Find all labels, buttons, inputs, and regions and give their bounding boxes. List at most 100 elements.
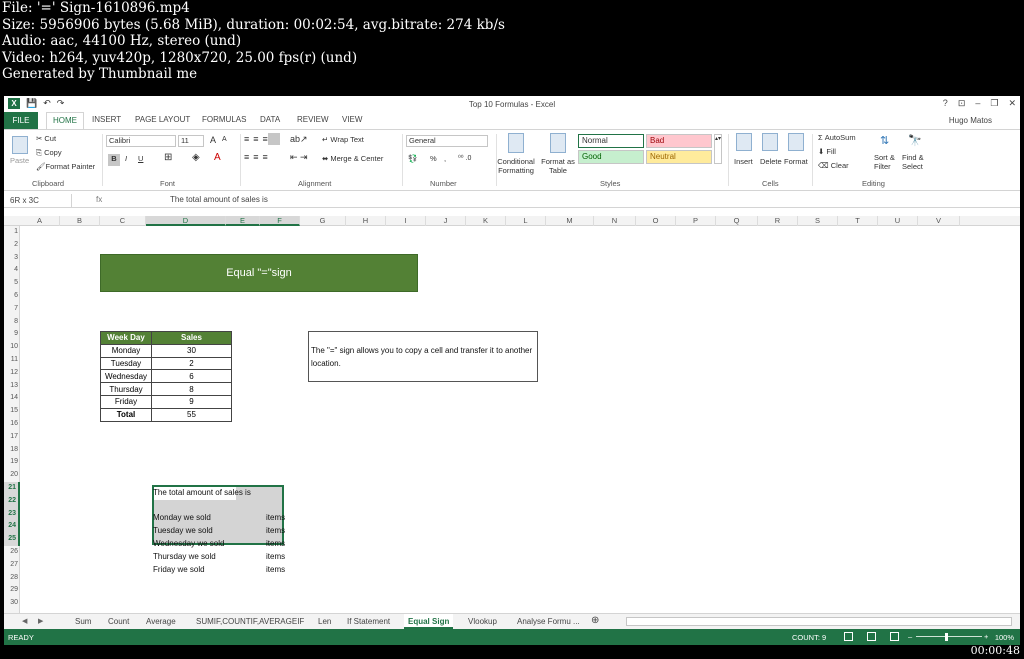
align-left-icons[interactable]: ≡≡≡ — [244, 152, 272, 162]
tab-view[interactable]: VIEW — [342, 115, 362, 124]
cut-button[interactable]: ✂ Cut — [36, 134, 56, 143]
column-header[interactable]: F — [260, 216, 300, 226]
page-break-view-icon[interactable] — [890, 632, 899, 641]
sheet-tab-average[interactable]: Average — [146, 617, 176, 626]
format-cells-icon[interactable] — [788, 133, 804, 151]
row-header[interactable]: 4 — [4, 264, 20, 277]
tab-file[interactable]: FILE — [4, 112, 38, 129]
insert-button[interactable]: Insert — [734, 157, 753, 166]
zoom-slider[interactable] — [916, 636, 982, 637]
column-header[interactable]: V — [918, 216, 960, 226]
column-header[interactable]: I — [386, 216, 426, 226]
merge-center-button[interactable]: ⬌ Merge & Center — [322, 154, 383, 163]
row-header[interactable]: 1 — [4, 226, 20, 239]
name-box[interactable]: 6R x 3C — [6, 194, 72, 207]
tab-data[interactable]: DATA — [260, 115, 280, 124]
format-as-table-button[interactable]: Format as Table — [540, 157, 576, 175]
row-header[interactable]: 20 — [4, 469, 20, 482]
cell-d24[interactable]: Tuesday we sold — [153, 526, 213, 535]
column-header[interactable]: K — [466, 216, 506, 226]
row-header[interactable]: 27 — [4, 559, 20, 572]
column-header[interactable]: S — [798, 216, 838, 226]
shrink-font-button[interactable]: A — [222, 136, 227, 143]
zoom-out-button[interactable]: – — [908, 632, 912, 641]
cell-day[interactable]: Monday — [100, 343, 152, 358]
column-header[interactable]: B — [60, 216, 100, 226]
cell-total-value[interactable]: 55 — [151, 407, 232, 422]
copy-button[interactable]: ⎘ Copy — [36, 148, 62, 158]
cell-d25[interactable]: Wednesday we sold — [153, 539, 224, 548]
worksheet-grid[interactable]: ABCDEFGHIJKLMNOPQRSTUV 1 2 3 4 5 6 7 8 9 10 11 12 13… — [4, 216, 1020, 613]
sheet-tab-vlookup[interactable]: Vlookup — [468, 617, 497, 626]
format-as-table-icon[interactable] — [550, 133, 566, 153]
sheet-tab-sumif[interactable]: SUMIF,COUNTIF,AVERAGEIF — [196, 617, 304, 626]
currency-icon[interactable]: 💱 — [408, 154, 417, 163]
row-header[interactable]: 5 — [4, 277, 20, 290]
indent-icons[interactable]: ⇤ ⇥ — [290, 152, 308, 163]
row-header[interactable]: 14 — [4, 392, 20, 405]
sheet-tab-len[interactable]: Len — [318, 617, 331, 626]
conditional-formatting-button[interactable]: Conditional Formatting — [496, 157, 536, 175]
row-header[interactable]: 26 — [4, 546, 20, 559]
cell-d21[interactable]: The total amount of sales is — [153, 488, 251, 497]
fill-button[interactable]: ⬇ Fill — [818, 147, 836, 156]
autosum-button[interactable]: Σ AutoSum — [818, 133, 856, 142]
cell-sales[interactable]: 9 — [151, 394, 232, 409]
help-button[interactable]: ? — [943, 98, 948, 109]
row-header[interactable]: 24 — [4, 520, 20, 534]
sheet-tab-if-statement[interactable]: If Statement — [347, 617, 390, 626]
cell-total-label[interactable]: Total — [100, 407, 152, 422]
sort-filter-icon[interactable]: ⇅ — [880, 134, 889, 147]
cell-day[interactable]: Wednesday — [100, 369, 152, 384]
cell-day[interactable]: Thursday — [100, 382, 152, 396]
row-header[interactable]: 23 — [4, 507, 20, 521]
sheet-tab-count[interactable]: Count — [108, 617, 129, 626]
sheet-tab-equal-sign[interactable]: Equal Sign — [404, 614, 454, 629]
underline-button[interactable]: U — [138, 154, 143, 163]
number-format-select[interactable]: General — [406, 135, 488, 147]
column-header[interactable]: R — [758, 216, 798, 226]
delete-cells-icon[interactable] — [762, 133, 778, 151]
tab-home[interactable]: HOME — [46, 112, 84, 129]
close-button[interactable]: ✕ — [1008, 98, 1016, 109]
zoom-level[interactable]: 100% — [995, 633, 1014, 642]
cell-f25[interactable]: items — [266, 539, 285, 548]
percent-button[interactable]: % — [430, 154, 437, 163]
conditional-formatting-icon[interactable] — [508, 133, 524, 153]
orientation-icon[interactable]: ab↗ — [290, 134, 308, 145]
sheet-tab-analyse[interactable]: Analyse Formu ... — [517, 617, 580, 626]
column-header[interactable]: H — [346, 216, 386, 226]
row-header[interactable]: 21 — [4, 482, 20, 495]
horizontal-scrollbar[interactable] — [626, 617, 1012, 626]
column-header[interactable]: M — [546, 216, 594, 226]
cell-f23[interactable]: items — [266, 513, 285, 522]
tab-review[interactable]: REVIEW — [297, 115, 329, 124]
wrap-text-button[interactable]: ↵ Wrap Text — [322, 135, 364, 144]
borders-icon[interactable]: ⊞ — [164, 152, 172, 163]
style-normal[interactable]: Normal — [578, 134, 644, 148]
styles-scroll[interactable]: ▴▾ — [714, 134, 722, 164]
column-header[interactable]: Q — [716, 216, 758, 226]
paste-icon[interactable] — [12, 136, 28, 154]
row-header[interactable]: 15 — [4, 405, 20, 418]
column-header[interactable]: T — [838, 216, 878, 226]
column-header[interactable]: G — [300, 216, 346, 226]
fill-color-icon[interactable]: ◈ — [192, 152, 200, 163]
row-header[interactable]: 29 — [4, 584, 20, 597]
style-good[interactable]: Good — [578, 150, 644, 164]
row-header[interactable]: 10 — [4, 341, 20, 354]
cell-sales[interactable]: 8 — [151, 382, 232, 396]
find-select-button[interactable]: Find & Select — [902, 153, 930, 171]
column-header[interactable]: L — [506, 216, 546, 226]
column-header[interactable]: O — [636, 216, 676, 226]
normal-view-icon[interactable] — [844, 632, 853, 641]
font-size-select[interactable]: 11 — [178, 135, 204, 147]
formula-input[interactable]: The total amount of sales is — [170, 195, 268, 204]
clear-button[interactable]: ⌫ Clear — [818, 161, 849, 170]
cell-day[interactable]: Tuesday — [100, 356, 152, 371]
format-painter-button[interactable]: 🖌Format Painter — [36, 162, 95, 171]
sort-filter-button[interactable]: Sort & Filter — [874, 153, 900, 171]
style-bad[interactable]: Bad — [646, 134, 712, 148]
binoculars-icon[interactable]: 🔭 — [908, 134, 922, 147]
cell-d23[interactable]: Monday we sold — [153, 513, 211, 522]
